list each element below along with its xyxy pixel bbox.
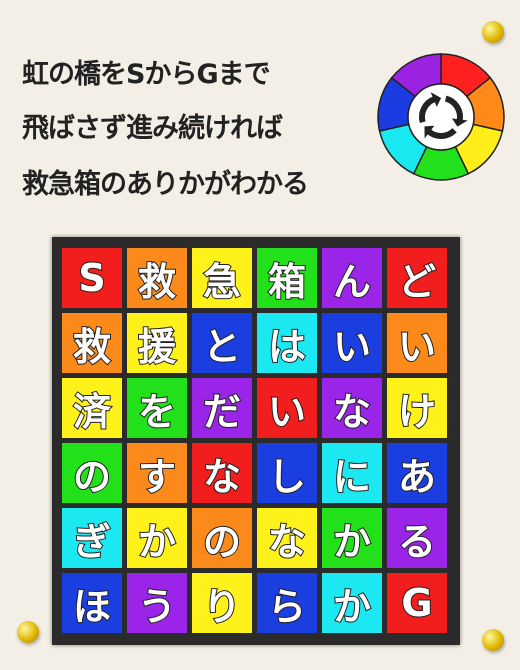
grid-cell[interactable]: け (387, 378, 447, 438)
grid-cell[interactable]: い (257, 378, 317, 438)
grid-cell[interactable]: の (62, 443, 122, 503)
grid-cell[interactable]: 援 (127, 313, 187, 373)
grid-cell[interactable]: は (257, 313, 317, 373)
grid-cell[interactable]: な (257, 508, 317, 568)
pin-icon (482, 21, 504, 43)
grid-cell[interactable]: 箱 (257, 248, 317, 308)
grid-cell[interactable]: い (322, 313, 382, 373)
grid-cell[interactable]: 済 (62, 378, 122, 438)
grid-cell[interactable]: い (387, 313, 447, 373)
grid-cell[interactable]: ど (387, 248, 447, 308)
grid-cell[interactable]: と (192, 313, 252, 373)
grid-cell[interactable]: る (387, 508, 447, 568)
grid-cell[interactable]: ら (257, 573, 317, 633)
grid-cell[interactable]: 急 (192, 248, 252, 308)
instruction-line-1: 虹の橋をSからGまで (22, 59, 271, 90)
grid-cell[interactable]: 救 (127, 248, 187, 308)
grid-cell[interactable]: だ (192, 378, 252, 438)
grid-cell[interactable]: り (192, 573, 252, 633)
grid-cell[interactable]: に (322, 443, 382, 503)
pin-icon (482, 629, 504, 651)
grid-cell[interactable]: な (322, 378, 382, 438)
grid-cell[interactable]: か (322, 508, 382, 568)
grid-cell[interactable]: あ (387, 443, 447, 503)
grid-cell[interactable]: G (387, 573, 447, 633)
grid-cell[interactable]: ほ (62, 573, 122, 633)
color-order-wheel (377, 53, 505, 181)
grid-cell[interactable]: ん (322, 248, 382, 308)
grid-cell[interactable]: か (127, 508, 187, 568)
instruction-line-3: 救急箱のありかがわかる (22, 169, 309, 200)
grid-cell[interactable]: な (192, 443, 252, 503)
grid-cell[interactable]: を (127, 378, 187, 438)
puzzle-board: S救急箱んど救援とはいい済をだいなけのすなしにあぎかのなかるほうりらかG (52, 237, 460, 645)
instruction-line-2: 飛ばさず進み続ければ (22, 113, 283, 144)
grid-cell[interactable]: ぎ (62, 508, 122, 568)
grid-cell[interactable]: S (62, 248, 122, 308)
grid-cell[interactable]: う (127, 573, 187, 633)
grid-cell[interactable]: 救 (62, 313, 122, 373)
grid-cell[interactable]: す (127, 443, 187, 503)
grid-cell[interactable]: か (322, 573, 382, 633)
pin-icon (17, 621, 39, 643)
grid-cell[interactable]: し (257, 443, 317, 503)
grid-cell[interactable]: の (192, 508, 252, 568)
